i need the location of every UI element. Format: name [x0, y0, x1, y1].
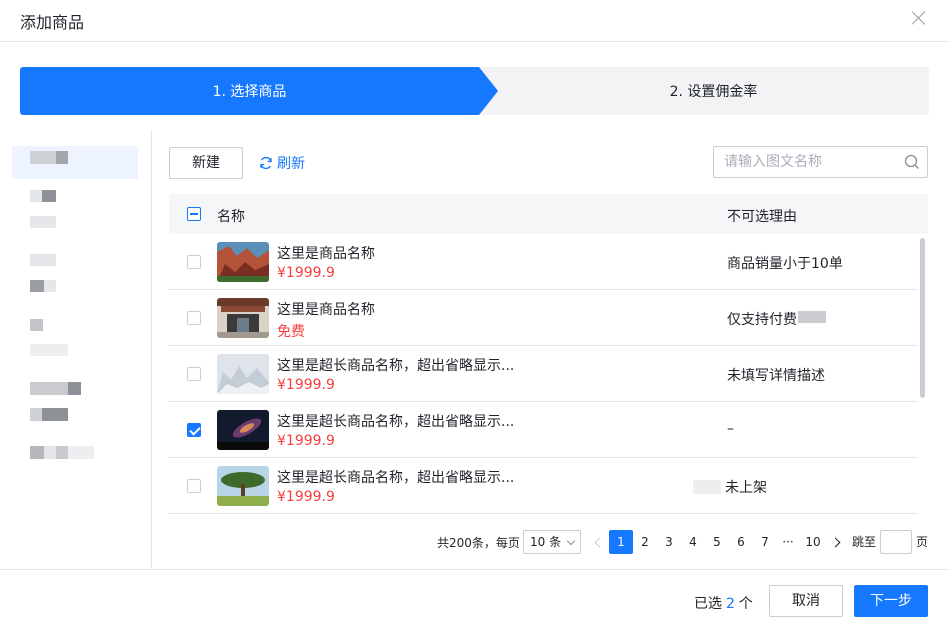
- row-checkbox[interactable]: [187, 311, 201, 325]
- cancel-button[interactable]: 取消: [769, 585, 843, 617]
- page-item-6[interactable]: 6: [733, 530, 749, 554]
- pagination-total: 共200条，每页: [437, 536, 520, 550]
- sidebar-redacted-text[interactable]: [42, 408, 68, 421]
- sidebar-redacted-text[interactable]: [30, 254, 56, 266]
- column-header-name: 名称: [217, 209, 245, 225]
- search-icon[interactable]: [904, 154, 920, 170]
- chevron-down-icon: [566, 536, 576, 546]
- page-item-2[interactable]: 2: [637, 530, 653, 554]
- redacted-text: [798, 311, 826, 323]
- search-input[interactable]: [724, 153, 894, 171]
- table-scrollbar[interactable]: [920, 238, 925, 398]
- page-item-5[interactable]: 5: [709, 530, 725, 554]
- step-arrow: [479, 67, 498, 115]
- next-step-button[interactable]: 下一步: [854, 585, 928, 617]
- page-ellipsis[interactable]: ···: [778, 530, 798, 554]
- unselectable-reason: 未上架: [693, 477, 767, 497]
- dialog-title: 添加商品: [20, 13, 85, 32]
- sidebar-redacted-text[interactable]: [44, 280, 56, 292]
- refresh-label: 刷新: [277, 156, 305, 172]
- selected-count-info: 已选 2 个: [694, 593, 753, 613]
- page-item-7[interactable]: 7: [757, 530, 773, 554]
- sidebar-redacted-text[interactable]: [30, 216, 56, 228]
- sidebar-redacted-text: [30, 151, 56, 164]
- product-thumbnail: [217, 466, 269, 506]
- page-item-1[interactable]: 1: [609, 530, 633, 554]
- table-row: 这里是商品名称 免费 仅支持付费: [169, 290, 918, 346]
- product-price: ¥1999.9: [277, 377, 335, 393]
- redacted-text: [693, 480, 721, 494]
- sidebar-redacted-text[interactable]: [30, 382, 68, 395]
- product-thumbnail: [217, 410, 269, 450]
- new-button[interactable]: 新建: [169, 147, 243, 179]
- product-price: ¥1999.9: [277, 433, 335, 449]
- sidebar-redacted-text[interactable]: [30, 446, 44, 459]
- dialog-header: 添加商品: [0, 0, 949, 42]
- product-thumbnail: [217, 242, 269, 282]
- selected-prefix: 已选: [694, 596, 722, 612]
- unselectable-reason: 仅支持付费: [727, 309, 826, 329]
- product-thumbnail: [217, 298, 269, 338]
- column-header-reason: 不可选理由: [727, 209, 797, 225]
- page-item-10[interactable]: 10: [803, 530, 823, 554]
- sidebar-redacted-text[interactable]: [30, 408, 42, 421]
- page-item-4[interactable]: 4: [685, 530, 701, 554]
- step-2-label: 2. 设置佣金率: [669, 84, 758, 100]
- sidebar-redacted-text: [56, 151, 68, 164]
- close-icon[interactable]: [911, 10, 927, 26]
- product-name: 这里是超长商品名称，超出省略显示...: [277, 470, 515, 486]
- category-sidebar: [0, 130, 152, 568]
- page-size-value: 10 条: [530, 535, 562, 549]
- sidebar-redacted-text[interactable]: [30, 280, 44, 292]
- unselectable-reason: –: [727, 421, 734, 437]
- table-header: 名称 不可选理由: [169, 194, 928, 234]
- refresh-button[interactable]: 刷新: [259, 153, 305, 173]
- product-name: 这里是商品名称: [277, 302, 375, 318]
- row-checkbox[interactable]: [187, 479, 201, 493]
- next-page-icon[interactable]: [830, 530, 844, 554]
- unselectable-reason: 未填写详情描述: [727, 368, 825, 384]
- page-size-select[interactable]: 10 条: [523, 530, 581, 554]
- row-checkbox[interactable]: [187, 255, 201, 269]
- page-item-3[interactable]: 3: [661, 530, 677, 554]
- table-row: 这里是超长商品名称，超出省略显示... ¥1999.9 –: [169, 402, 918, 458]
- table-row: 这里是商品名称 ¥1999.9 商品销量小于10单: [169, 234, 918, 290]
- product-thumbnail: [217, 354, 269, 394]
- product-price: ¥1999.9: [277, 489, 335, 505]
- row-checkbox[interactable]: [187, 367, 201, 381]
- sidebar-redacted-text[interactable]: [56, 446, 68, 459]
- search-box[interactable]: [713, 146, 928, 178]
- sidebar-redacted-text[interactable]: [42, 190, 56, 202]
- sidebar-redacted-text[interactable]: [30, 190, 42, 202]
- step-1-label: 1. 选择商品: [212, 84, 287, 100]
- sidebar-redacted-text[interactable]: [30, 319, 43, 331]
- product-price: ¥1999.9: [277, 265, 335, 281]
- row-checkbox-checked[interactable]: [187, 423, 201, 437]
- sidebar-redacted-text[interactable]: [44, 446, 56, 459]
- select-all-checkbox[interactable]: [187, 207, 201, 221]
- product-price: 免费: [277, 324, 305, 340]
- product-name: 这里是商品名称: [277, 246, 375, 262]
- unselectable-reason-text: 仅支持付费: [727, 312, 797, 328]
- steps-bar: 1. 选择商品 2. 设置佣金率: [20, 67, 929, 115]
- prev-page-icon[interactable]: [591, 530, 605, 554]
- unselectable-reason: 商品销量小于10单: [727, 256, 843, 272]
- jump-page-input[interactable]: [880, 530, 912, 554]
- sidebar-redacted-text[interactable]: [30, 344, 68, 356]
- page-suffix-label: 页: [915, 535, 928, 549]
- product-name: 这里是超长商品名称，超出省略显示...: [277, 358, 515, 374]
- selected-count: 2: [726, 596, 735, 612]
- product-name: 这里是超长商品名称，超出省略显示...: [277, 414, 515, 430]
- sidebar-redacted-text[interactable]: [68, 446, 94, 459]
- unselectable-reason-text: 未上架: [725, 480, 767, 496]
- table-row: 这里是超长商品名称，超出省略显示... ¥1999.9 未填写详情描述: [169, 346, 918, 402]
- jump-to-label: 跳至: [851, 535, 876, 549]
- selected-suffix: 个: [738, 596, 753, 612]
- refresh-icon: [260, 156, 272, 170]
- sidebar-redacted-text[interactable]: [68, 382, 81, 395]
- table-row: 这里是超长商品名称，超出省略显示... ¥1999.9 未上架: [169, 458, 918, 514]
